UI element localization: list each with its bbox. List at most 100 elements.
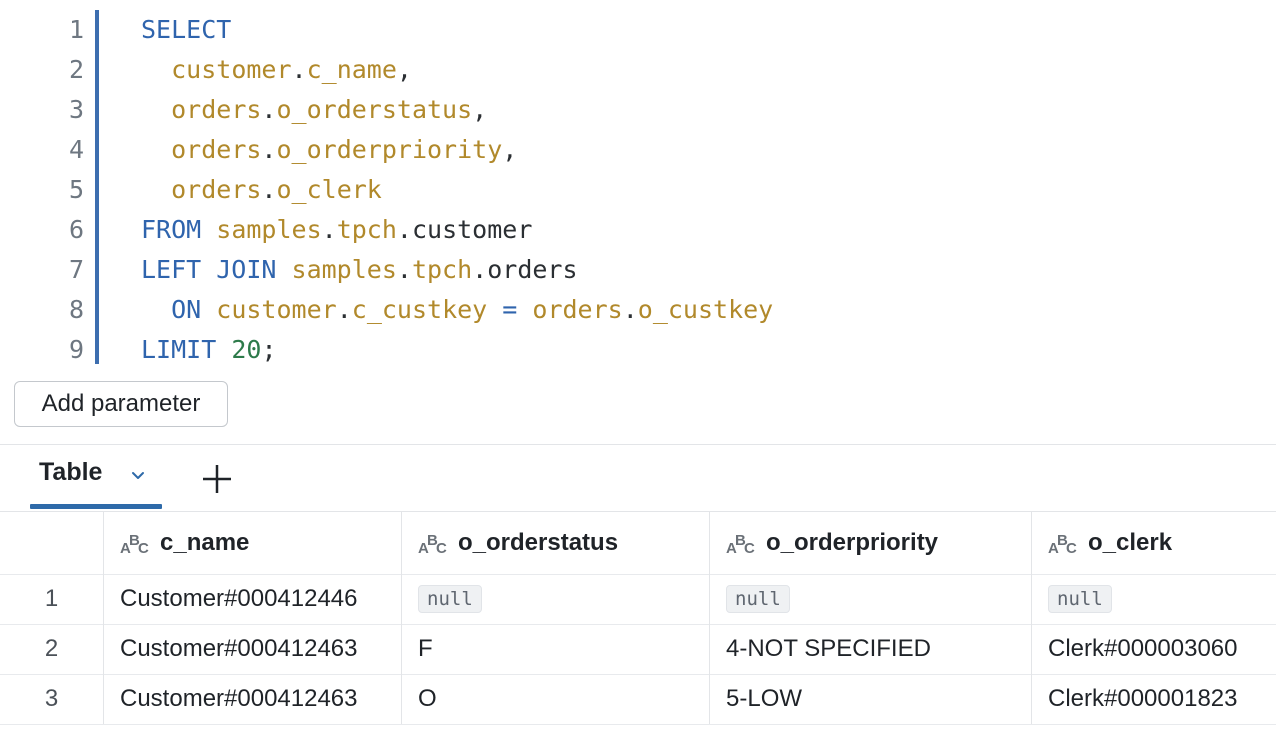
table-cell[interactable]: Customer#000412463 xyxy=(120,624,358,674)
table-cell[interactable]: Clerk#000003060 xyxy=(1048,624,1237,674)
add-parameter-button[interactable]: Add parameter xyxy=(14,381,228,427)
table-row[interactable]: 1 Customer#000412446 null null null xyxy=(0,574,1276,625)
line-number: 3 xyxy=(68,95,84,124)
code-token: o_custkey xyxy=(637,295,774,324)
code-text: ON customer.c_custkey = orders.o_custkey xyxy=(141,290,773,330)
null-badge: null xyxy=(1048,585,1112,613)
code-token: . xyxy=(336,295,352,324)
column-header-c-name[interactable]: A B C c_name xyxy=(120,512,249,574)
code-token: . xyxy=(261,95,277,124)
table-cell[interactable]: null xyxy=(726,574,790,624)
row-number: 2 xyxy=(44,635,59,662)
line-number: 2 xyxy=(68,55,84,84)
code-token: orders xyxy=(171,135,262,164)
code-text: orders.o_orderpriority, xyxy=(141,130,517,170)
code-token: . xyxy=(261,175,277,204)
line-number: 7 xyxy=(68,255,84,284)
table-cell[interactable]: Customer#000412463 xyxy=(120,674,358,724)
column-divider xyxy=(103,512,104,724)
code-token: tpch xyxy=(411,255,473,284)
code-token: customer xyxy=(216,295,337,324)
code-token: . xyxy=(622,295,638,324)
table-cell[interactable]: null xyxy=(418,574,482,624)
column-divider xyxy=(1031,512,1032,724)
row-number: 3 xyxy=(44,685,59,712)
tab-table-label: Table xyxy=(39,458,103,486)
column-header-label: c_name xyxy=(160,529,250,556)
tab-active-indicator xyxy=(30,504,162,509)
string-type-icon: ABC xyxy=(120,532,150,557)
code-token: c_custkey xyxy=(351,295,488,324)
column-header-o-clerk[interactable]: A B C o_clerk xyxy=(1048,512,1172,574)
code-token: customer xyxy=(171,55,292,84)
column-divider xyxy=(709,512,710,724)
code-token: o_orderpriority xyxy=(276,135,503,164)
code-token: .customer xyxy=(396,215,533,244)
chevron-down-icon[interactable] xyxy=(130,469,146,483)
type-icon-glyph: C xyxy=(744,540,755,557)
line-number: 5 xyxy=(68,175,84,204)
type-icon-glyph: C xyxy=(1066,540,1077,557)
table-cell[interactable]: Clerk#000001823 xyxy=(1048,674,1237,724)
tab-table[interactable]: Table xyxy=(30,445,162,509)
code-token: , xyxy=(472,95,488,124)
code-token: , xyxy=(502,135,518,164)
code-token: LIMIT xyxy=(141,335,217,364)
table-cell[interactable]: O xyxy=(418,674,437,724)
code-token: tpch xyxy=(336,215,397,244)
code-token: = xyxy=(487,295,533,324)
code-token: orders xyxy=(532,295,623,324)
code-token: . xyxy=(291,55,307,84)
table-cell[interactable]: Customer#000412446 xyxy=(120,574,358,624)
line-number: 6 xyxy=(68,215,84,244)
code-text: SELECT xyxy=(141,10,231,50)
table-cell[interactable]: 5-LOW xyxy=(726,674,802,724)
code-token: c_name xyxy=(306,55,397,84)
table-cell[interactable]: null xyxy=(1048,574,1112,624)
table-cell[interactable]: 4-NOT SPECIFIED xyxy=(726,624,931,674)
string-type-icon: ABC xyxy=(1048,532,1078,557)
editor-gutter-bar xyxy=(95,10,99,364)
null-badge: null xyxy=(726,585,790,613)
column-header-o-orderpriority[interactable]: A B C o_orderpriority xyxy=(726,512,938,574)
code-text: LIMIT 20; xyxy=(141,330,277,370)
code-token: samples xyxy=(216,215,322,244)
line-number: 8 xyxy=(68,295,84,324)
code-text: orders.o_orderstatus, xyxy=(141,90,487,130)
table-row[interactable]: 3 Customer#000412463 O 5-LOW Clerk#000001823 xyxy=(0,674,1276,725)
table-cell[interactable]: F xyxy=(418,624,433,674)
code-token: orders xyxy=(171,95,262,124)
results-tab-bar: Table xyxy=(0,444,1276,509)
results-table: A B C c_name A B C o_orderstatus A B C o_orderprior… xyxy=(0,511,1276,725)
string-type-icon: ABC xyxy=(726,532,756,557)
column-header-label: o_clerk xyxy=(1088,529,1173,556)
code-token: . xyxy=(321,215,337,244)
line-number: 4 xyxy=(68,135,84,164)
plus-icon[interactable] xyxy=(200,462,234,496)
type-icon-glyph: C xyxy=(436,540,447,557)
code-text: orders.o_clerk xyxy=(141,170,382,210)
code-token: LEFT JOIN xyxy=(141,255,277,284)
column-header-o-orderstatus[interactable]: A B C o_orderstatus xyxy=(418,512,618,574)
line-number: 1 xyxy=(68,15,84,44)
code-token: ON xyxy=(171,295,202,324)
sql-editor[interactable]: 1 SELECT 2 customer.c_name, 3 orders.o_orde… xyxy=(0,0,1276,372)
column-header-label: o_orderpriority xyxy=(766,529,939,556)
code-token: . xyxy=(396,255,412,284)
code-token: ; xyxy=(261,335,277,364)
column-header-label: o_orderstatus xyxy=(458,529,619,556)
row-number: 1 xyxy=(44,585,59,612)
code-text: LEFT JOIN samples.tpch.orders xyxy=(141,250,578,290)
code-text: customer.c_name, xyxy=(141,50,412,90)
code-token: 20 xyxy=(231,335,262,364)
table-row[interactable]: 2 Customer#000412463 F 4-NOT SPECIFIED Clerk… xyxy=(0,624,1276,675)
code-token: .orders xyxy=(472,255,578,284)
string-type-icon: ABC xyxy=(418,532,448,557)
